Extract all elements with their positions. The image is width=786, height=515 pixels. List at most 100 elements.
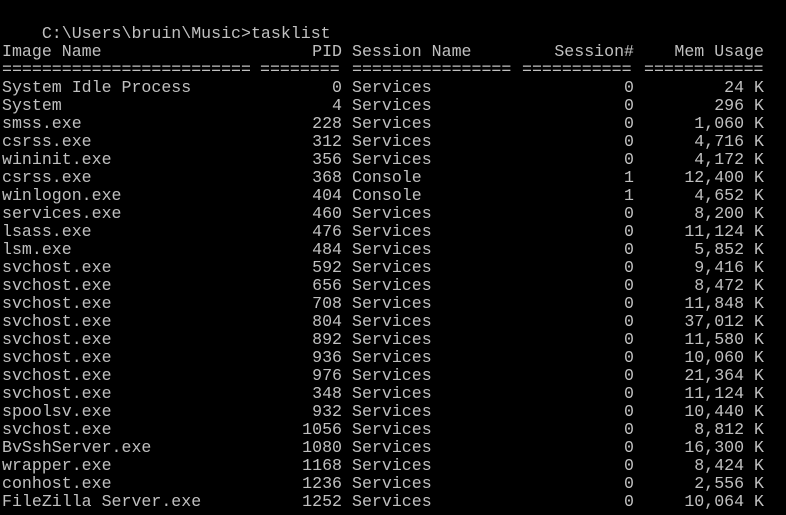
table-row: smss.exe 228 Services 0 1,060 K [2, 115, 786, 133]
cell-session-number: 0 [624, 312, 634, 331]
table-row: svchost.exe 976 Services 0 21,364 K [2, 367, 786, 385]
cell-image-name: svchost.exe [2, 420, 112, 439]
process-list: System Idle Process 0 Services 0 24 K System 4… [0, 79, 786, 511]
cell-session-number: 0 [624, 348, 634, 367]
cell-mem-usage: 37,012 K [684, 312, 764, 331]
cell-image-name: smss.exe [2, 114, 82, 133]
table-row: svchost.exe 892 Services 0 11,580 K [2, 331, 786, 349]
cell-session-number: 0 [624, 276, 634, 295]
table-header: Image Name PID Session Name Session# Mem… [2, 43, 786, 61]
cell-pid: 476 [312, 222, 342, 241]
cell-image-name: BvSshServer.exe [2, 438, 152, 457]
cell-mem-usage: 11,124 K [684, 222, 764, 241]
table-row: wininit.exe 356 Services 0 4,172 K [2, 151, 786, 169]
cell-session-number: 0 [624, 294, 634, 313]
console-window[interactable]: C:\Users\bruin\Music>tasklist Image Name… [0, 0, 786, 515]
cell-session-name: Services [352, 150, 432, 169]
cell-image-name: wininit.exe [2, 150, 112, 169]
cell-image-name: System [2, 96, 62, 115]
cell-mem-usage: 16,300 K [684, 438, 764, 457]
cell-image-name: winlogon.exe [2, 186, 122, 205]
cell-session-number: 0 [624, 114, 634, 133]
prompt-command-text: C:\Users\bruin\Music>tasklist [41, 24, 331, 43]
cell-image-name: svchost.exe [2, 294, 112, 313]
cell-pid: 592 [312, 258, 342, 277]
cell-image-name: System Idle Process [2, 78, 192, 97]
cell-session-name: Services [352, 204, 432, 223]
cell-image-name: svchost.exe [2, 312, 112, 331]
cell-image-name: svchost.exe [2, 384, 112, 403]
cell-mem-usage: 10,060 K [684, 348, 764, 367]
table-row: svchost.exe 592 Services 0 9,416 K [2, 259, 786, 277]
cell-session-number: 0 [624, 438, 634, 457]
cell-mem-usage: 296 K [714, 96, 764, 115]
cell-image-name: FileZilla Server.exe [2, 492, 202, 511]
header-pid: PID [312, 42, 342, 61]
cell-pid: 404 [312, 186, 342, 205]
table-row: svchost.exe 804 Services 0 37,012 K [2, 313, 786, 331]
cell-session-name: Services [352, 348, 432, 367]
cell-session-number: 0 [624, 96, 634, 115]
cell-pid: 460 [312, 204, 342, 223]
cell-pid: 484 [312, 240, 342, 259]
cell-pid: 932 [312, 402, 342, 421]
cell-session-number: 1 [624, 168, 634, 187]
cell-session-name: Services [352, 384, 432, 403]
cell-session-number: 0 [624, 222, 634, 241]
cell-session-name: Console [352, 186, 422, 205]
cell-session-number: 1 [624, 186, 634, 205]
cell-session-name: Services [352, 294, 432, 313]
header-mem-usage: Mem Usage [674, 42, 764, 61]
cell-pid: 976 [312, 366, 342, 385]
cell-session-name: Services [352, 114, 432, 133]
cell-image-name: conhost.exe [2, 474, 112, 493]
header-session-name: Session Name [352, 42, 472, 61]
table-row: lsass.exe 476 Services 0 11,124 K [2, 223, 786, 241]
cell-mem-usage: 10,064 K [684, 492, 764, 511]
cell-mem-usage: 8,424 K [694, 456, 764, 475]
cell-session-name: Services [352, 96, 432, 115]
separator-mem-usage: ============ [644, 61, 764, 79]
cell-image-name: svchost.exe [2, 348, 112, 367]
cell-session-number: 0 [624, 366, 634, 385]
cell-image-name: svchost.exe [2, 258, 112, 277]
table-row: svchost.exe 708 Services 0 11,848 K [2, 295, 786, 313]
cell-mem-usage: 8,812 K [694, 420, 764, 439]
cell-image-name: spoolsv.exe [2, 402, 112, 421]
cell-image-name: lsass.exe [2, 222, 92, 241]
cell-image-name: csrss.exe [2, 132, 92, 151]
cell-mem-usage: 12,400 K [684, 168, 764, 187]
cell-pid: 1252 [302, 492, 342, 511]
cell-pid: 368 [312, 168, 342, 187]
header-image-name: Image Name [2, 42, 102, 61]
cell-session-number: 0 [624, 456, 634, 475]
table-row: winlogon.exe 404 Console 1 4,652 K [2, 187, 786, 205]
cell-pid: 1236 [302, 474, 342, 493]
cell-mem-usage: 10,440 K [684, 402, 764, 421]
cell-session-number: 0 [624, 132, 634, 151]
cell-image-name: svchost.exe [2, 276, 112, 295]
cell-session-number: 0 [624, 78, 634, 97]
cell-session-name: Services [352, 492, 432, 511]
cell-session-number: 0 [624, 150, 634, 169]
cell-pid: 0 [332, 78, 342, 97]
cell-mem-usage: 4,716 K [694, 132, 764, 151]
table-row: BvSshServer.exe 1080 Services 0 16,300 K [2, 439, 786, 457]
cell-image-name: lsm.exe [2, 240, 72, 259]
cell-session-number: 0 [624, 474, 634, 493]
table-row: csrss.exe 312 Services 0 4,716 K [2, 133, 786, 151]
cell-session-name: Services [352, 420, 432, 439]
cell-session-name: Services [352, 438, 432, 457]
cell-mem-usage: 11,848 K [684, 294, 764, 313]
cell-image-name: svchost.exe [2, 366, 112, 385]
cell-session-number: 0 [624, 384, 634, 403]
cell-mem-usage: 8,200 K [694, 204, 764, 223]
cell-session-number: 0 [624, 420, 634, 439]
table-row: svchost.exe 656 Services 0 8,472 K [2, 277, 786, 295]
cell-pid: 1168 [302, 456, 342, 475]
cell-mem-usage: 9,416 K [694, 258, 764, 277]
table-separator: ========================= ======== =====… [2, 61, 786, 79]
cell-session-name: Services [352, 276, 432, 295]
cell-session-number: 0 [624, 258, 634, 277]
cell-mem-usage: 8,472 K [694, 276, 764, 295]
